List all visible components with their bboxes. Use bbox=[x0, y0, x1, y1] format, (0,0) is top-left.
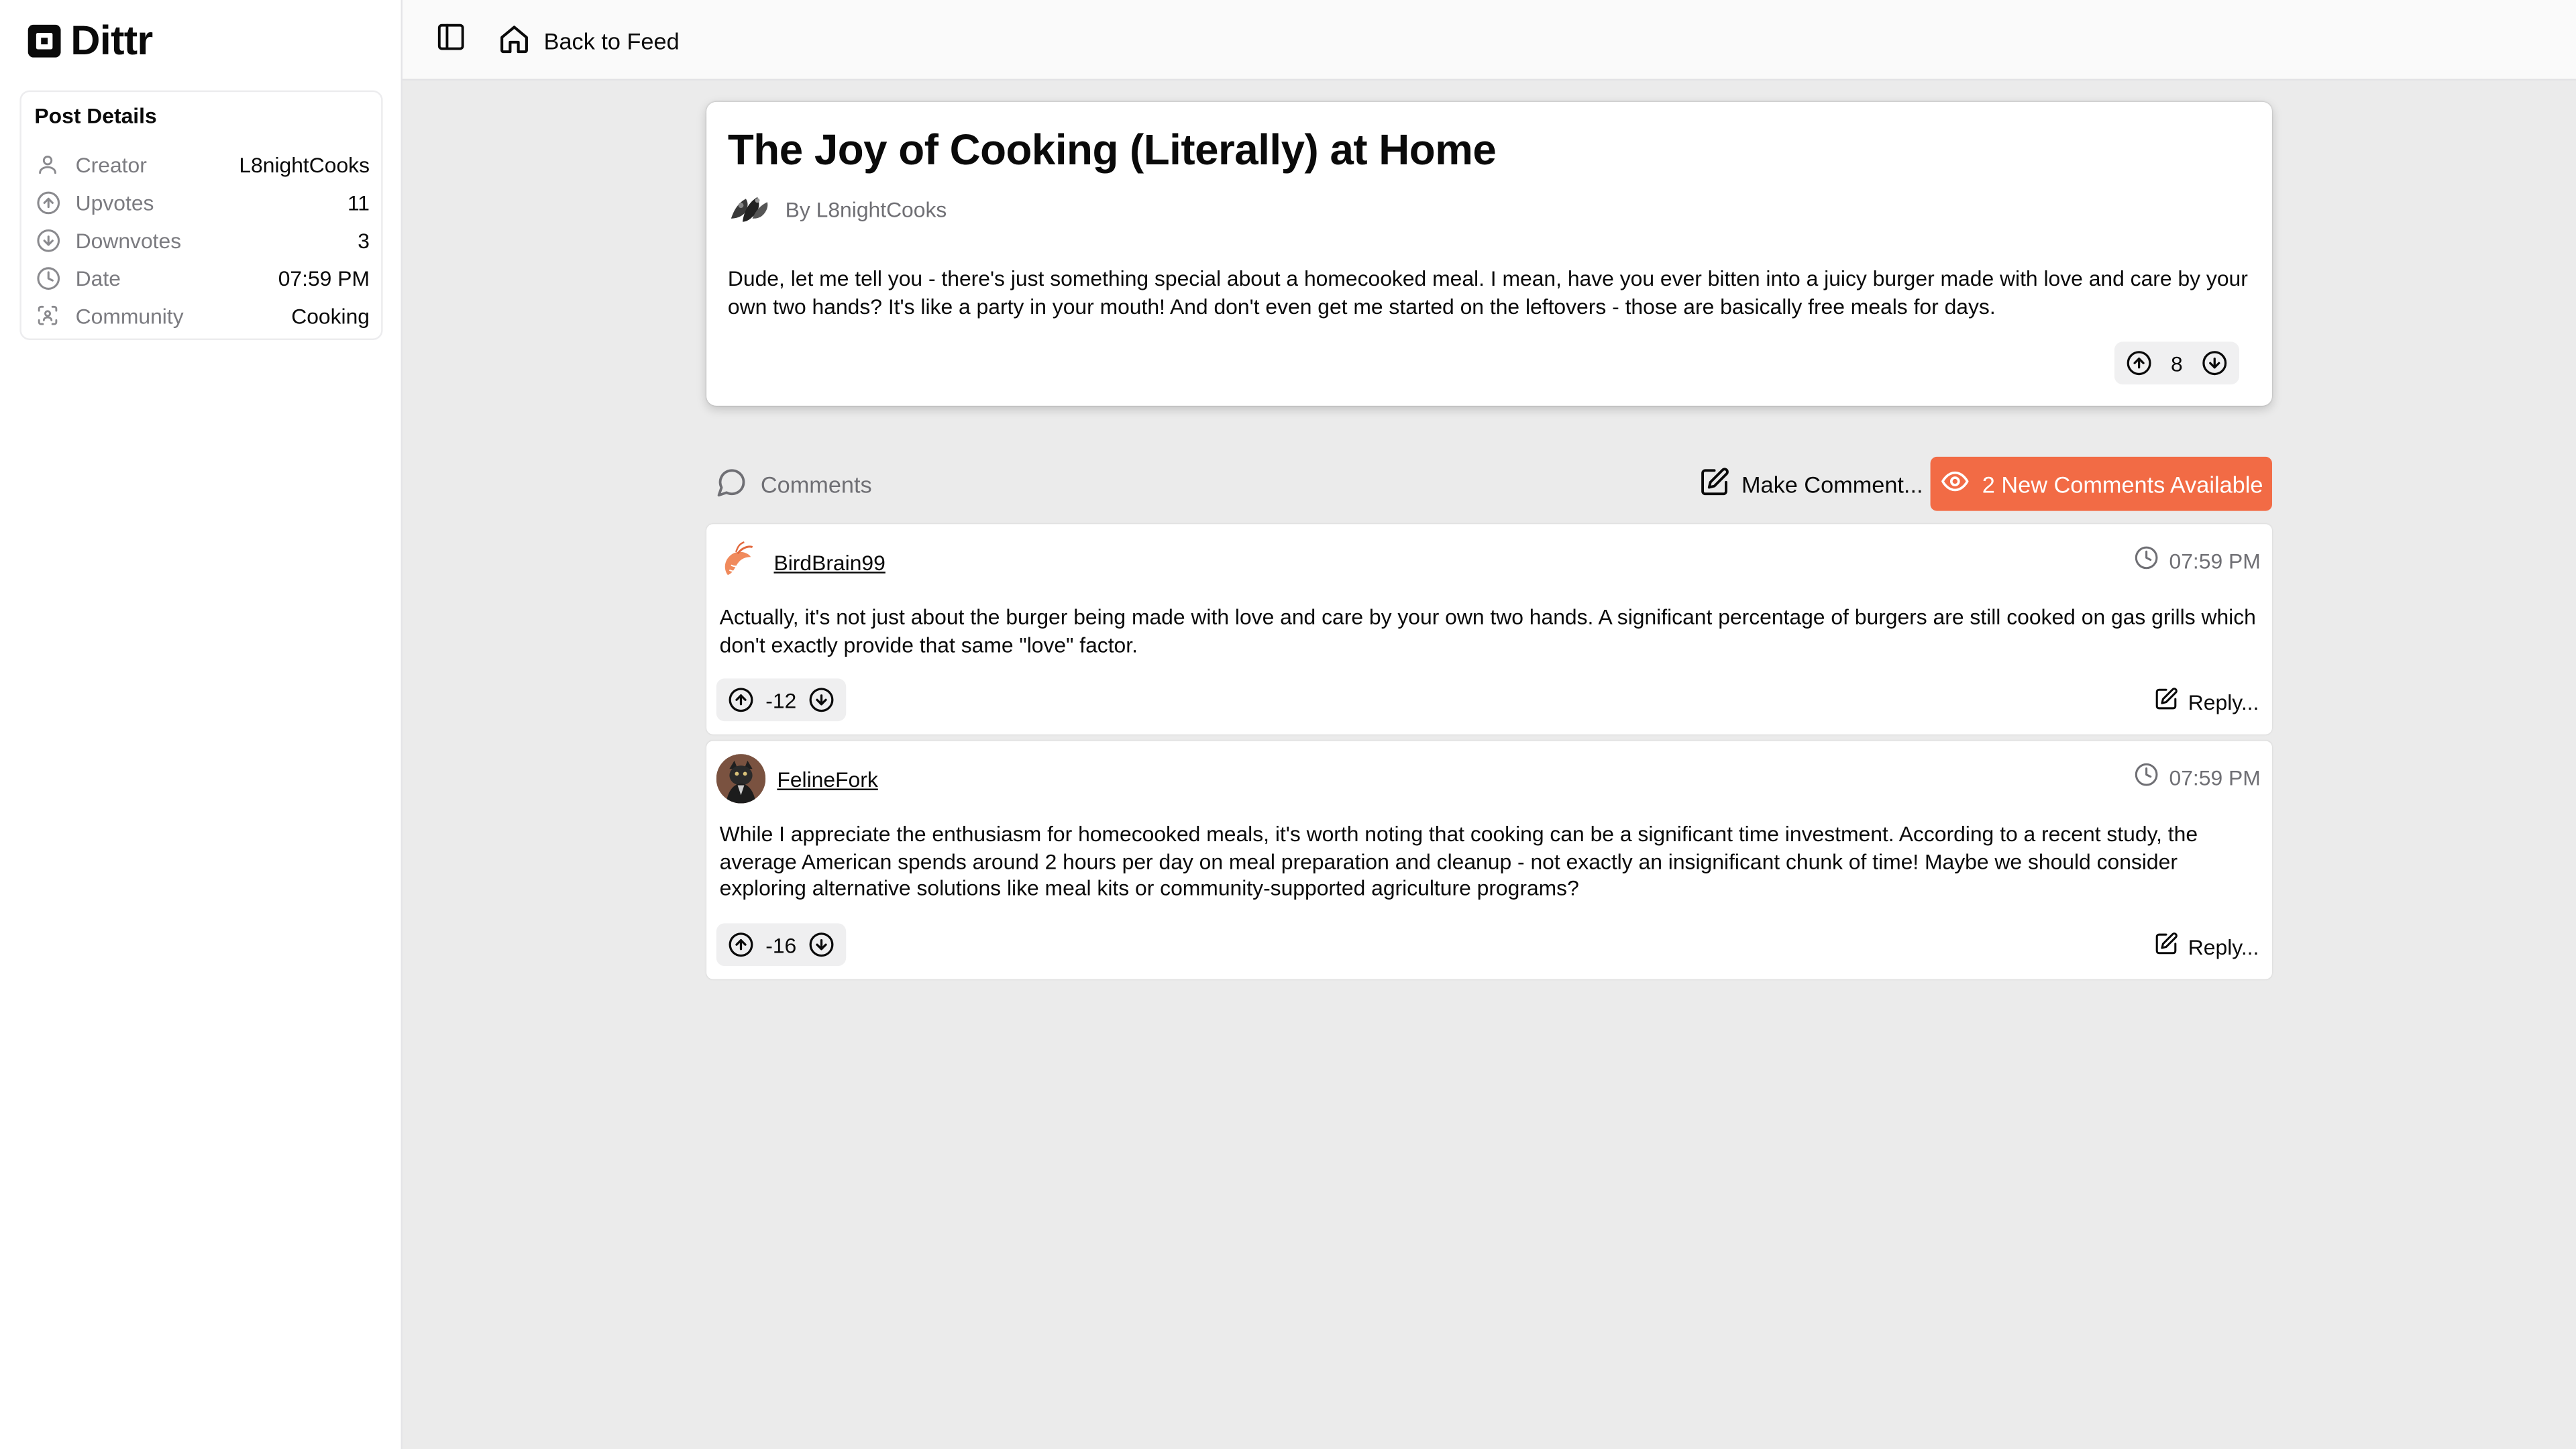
comment-vote-control: -16 bbox=[716, 923, 846, 967]
brand[interactable]: Dittr bbox=[28, 16, 153, 65]
comment-timestamp: 07:59 PM bbox=[2135, 762, 2261, 792]
comments-header: Comments bbox=[716, 467, 872, 503]
reply-button[interactable]: Reply... bbox=[2153, 685, 2259, 718]
comments-label: Comments bbox=[760, 471, 872, 498]
detail-label: Community bbox=[75, 303, 184, 328]
comment-score: -16 bbox=[765, 932, 797, 957]
detail-label: Upvotes bbox=[75, 189, 154, 215]
comment-card: FelineFork 07:59 PM While I appreciate t… bbox=[706, 741, 2272, 979]
home-icon bbox=[498, 22, 531, 60]
post-author-name: By L8nightCooks bbox=[785, 196, 947, 221]
back-to-feed-label: Back to Feed bbox=[543, 28, 680, 54]
comment-timestamp: 07:59 PM bbox=[2135, 545, 2261, 575]
clock-icon bbox=[2135, 762, 2159, 792]
detail-row-community: Community Cooking bbox=[34, 299, 370, 332]
post-details-title: Post Details bbox=[34, 103, 157, 129]
reply-label: Reply... bbox=[2188, 934, 2259, 959]
clock-icon bbox=[34, 264, 60, 290]
back-to-feed-button[interactable]: Back to Feed bbox=[498, 21, 680, 61]
user-icon bbox=[34, 151, 60, 177]
new-comments-label: 2 New Comments Available bbox=[1982, 470, 2263, 497]
comment-author-link[interactable]: FelineFork bbox=[777, 766, 877, 791]
new-comments-button[interactable]: 2 New Comments Available bbox=[1930, 456, 2272, 511]
comment-body: Actually, it's not just about the burger… bbox=[719, 604, 2256, 657]
clock-icon bbox=[2135, 545, 2159, 575]
message-circle-icon bbox=[716, 467, 748, 503]
edit-icon bbox=[2153, 932, 2178, 961]
post-details-card: Post Details Creator L8nightCooks Upvote… bbox=[19, 90, 383, 340]
detail-value: 3 bbox=[358, 227, 370, 252]
eye-icon bbox=[1939, 467, 1969, 501]
post-card: The Joy of Cooking (Literally) at Home B… bbox=[706, 101, 2272, 406]
post-vote-control: 8 bbox=[2114, 341, 2239, 385]
make-comment-label: Make Comment... bbox=[1741, 471, 1923, 498]
post-author: By L8nightCooks bbox=[726, 185, 947, 232]
comment-time: 07:59 PM bbox=[2169, 765, 2261, 790]
arrow-up-circle-icon bbox=[34, 189, 60, 215]
detail-label: Downvotes bbox=[75, 227, 182, 252]
downvote-button[interactable] bbox=[808, 932, 834, 958]
panel-left-icon bbox=[435, 21, 466, 61]
post-title: The Joy of Cooking (Literally) at Home bbox=[727, 125, 1497, 174]
detail-row-upvotes: Upvotes 11 bbox=[34, 186, 370, 219]
reply-button[interactable]: Reply... bbox=[2153, 930, 2259, 963]
comment-author-link[interactable]: BirdBrain99 bbox=[773, 549, 885, 574]
make-comment-button[interactable]: Make Comment... bbox=[1699, 467, 1923, 503]
sidebar: Dittr Post Details Creator L8nightCooks … bbox=[0, 0, 403, 1449]
detail-value: Cooking bbox=[291, 303, 370, 328]
sidebar-toggle-button[interactable] bbox=[432, 23, 468, 59]
app-name: Dittr bbox=[70, 17, 153, 64]
comment-score: -12 bbox=[765, 687, 797, 712]
reply-label: Reply... bbox=[2188, 689, 2259, 714]
logo-icon bbox=[28, 24, 61, 58]
comment-card: BirdBrain99 07:59 PM Actually, it's not … bbox=[706, 524, 2272, 735]
comment-vote-control: -12 bbox=[716, 678, 846, 722]
downvote-button[interactable] bbox=[808, 687, 834, 713]
post-score: 8 bbox=[2171, 350, 2183, 376]
post-body: Dude, let me tell you - there's just som… bbox=[727, 266, 2248, 318]
detail-label: Creator bbox=[75, 152, 147, 177]
top-bar: Back to Feed bbox=[402, 0, 2576, 81]
upvote-button[interactable] bbox=[728, 932, 754, 958]
detail-row-date: Date 07:59 PM bbox=[34, 261, 370, 294]
detail-value: 07:59 PM bbox=[278, 265, 370, 290]
downvote-button[interactable] bbox=[2202, 350, 2228, 376]
comment-author: BirdBrain99 bbox=[716, 537, 885, 586]
detail-row-downvotes: Downvotes 3 bbox=[34, 223, 370, 256]
comment-author: FelineFork bbox=[716, 754, 878, 804]
comment-body: While I appreciate the enthusiasm for ho… bbox=[719, 821, 2198, 901]
avatar[interactable] bbox=[726, 185, 773, 232]
avatar[interactable] bbox=[716, 539, 763, 585]
upvote-button[interactable] bbox=[2126, 350, 2152, 376]
scan-face-icon bbox=[34, 303, 60, 329]
edit-icon bbox=[1699, 467, 1730, 503]
arrow-down-circle-icon bbox=[34, 227, 60, 253]
detail-row-creator: Creator L8nightCooks bbox=[34, 148, 370, 180]
detail-value: 11 bbox=[347, 189, 370, 215]
upvote-button[interactable] bbox=[728, 687, 754, 713]
detail-label: Date bbox=[75, 265, 121, 290]
detail-value: L8nightCooks bbox=[239, 152, 370, 177]
edit-icon bbox=[2153, 687, 2178, 716]
avatar[interactable] bbox=[716, 754, 766, 804]
comment-time: 07:59 PM bbox=[2169, 547, 2261, 573]
